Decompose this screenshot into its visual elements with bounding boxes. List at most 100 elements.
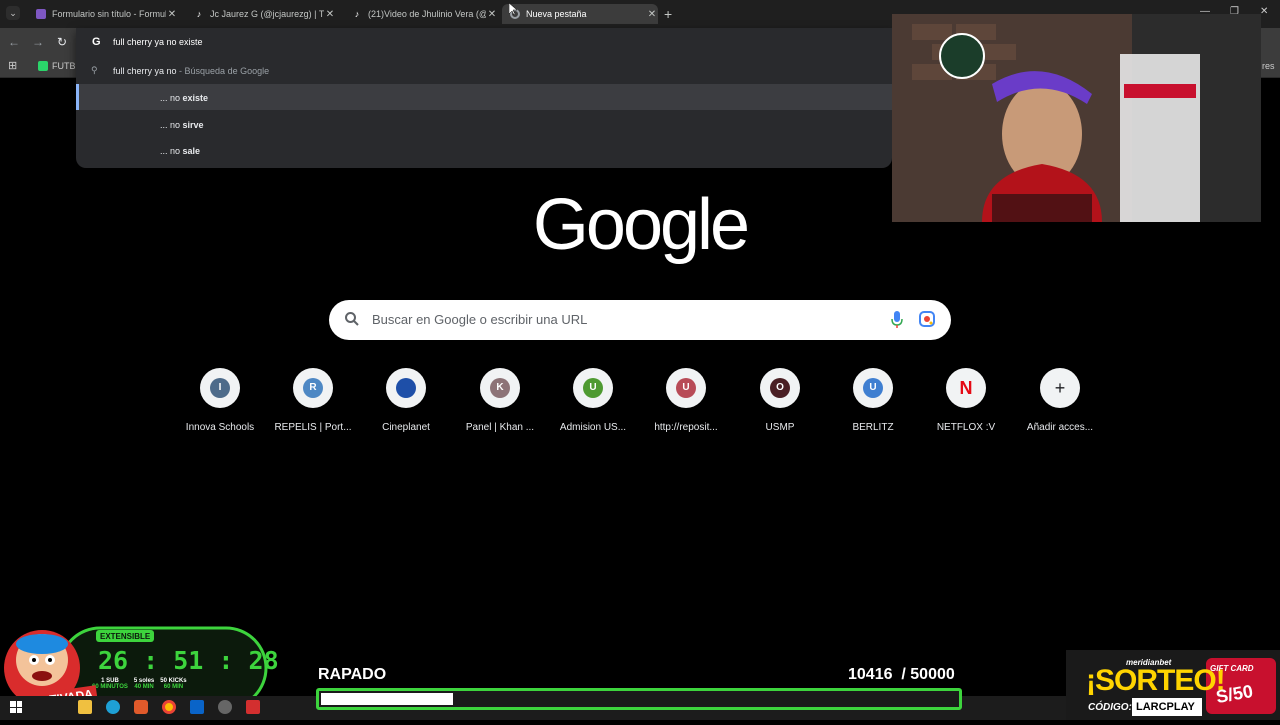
suggestion-existe[interactable]: ... no existe	[76, 84, 892, 110]
google-lens-icon[interactable]	[919, 311, 935, 327]
gift-card-label: GIFT CARD	[1210, 664, 1254, 673]
shortcut-label: Añadir acces...	[1026, 422, 1094, 433]
shortcut-letter-icon: I	[210, 378, 230, 398]
shortcut-favicon: +	[1040, 368, 1080, 408]
search-placeholder[interactable]: Buscar en Google o escribir una URL	[372, 312, 587, 327]
omnibox-input[interactable]: full cherry ya no existe	[113, 37, 203, 47]
tiktok-icon: ♪	[196, 9, 202, 19]
shortcut-label: BERLITZ	[852, 422, 894, 433]
apps-icon[interactable]: ⊞	[8, 60, 20, 72]
rule-sub: 1 SUB 60 MINUTOS	[92, 678, 128, 690]
promo-code-label: CÓDIGO:	[1088, 702, 1132, 713]
timer-rules: 1 SUB 60 MINUTOS 5 soles 40 MIN 50 KICKs 60…	[92, 678, 187, 690]
google-g-icon: G	[92, 36, 101, 48]
shortcut-tile[interactable]: K Panel | Khan ...	[460, 366, 540, 438]
shortcut-tile[interactable]: + Añadir acces...	[1020, 366, 1100, 438]
shortcut-letter-icon: R	[303, 378, 323, 398]
sponsor-promo: meridianbet ¡SORTEO! CÓDIGO: LARCPLAY GI…	[1066, 650, 1280, 720]
shortcut-tile[interactable]: O USMP	[740, 366, 820, 438]
shortcut-label: USMP	[765, 422, 795, 433]
bookmark-futbol[interactable]: FUTBI	[38, 61, 78, 71]
app-red-icon[interactable]	[246, 700, 260, 714]
shortcut-letter-icon: O	[770, 378, 790, 398]
outlook-icon[interactable]	[190, 700, 204, 714]
shortcut-favicon: K	[480, 368, 520, 408]
mouse-cursor-icon	[508, 2, 518, 16]
omnibox-input-row[interactable]: G full cherry ya no existe	[76, 28, 892, 56]
shortcut-letter-icon: K	[490, 378, 510, 398]
reload-icon[interactable]: ↻	[54, 34, 70, 50]
shortcut-favicon	[386, 368, 426, 408]
shortcut-label: Cineplanet	[382, 422, 430, 433]
shortcut-favicon: U	[573, 368, 613, 408]
window-close-icon[interactable]: ✕	[1260, 6, 1268, 17]
close-icon[interactable]: ✕	[166, 9, 178, 20]
tab-tiktok-video[interactable]: ♪ (21)Video de Jhulinio Vera (@j ✕	[344, 4, 498, 24]
obs-icon[interactable]	[218, 700, 232, 714]
shortcut-label: NETFLOX :V	[936, 422, 996, 433]
shortcut-label: REPELIS | Port...	[274, 422, 352, 433]
promo-title: ¡SORTEO!	[1086, 664, 1226, 697]
new-tab-icon[interactable]: +	[664, 6, 672, 22]
timer-tag: EXTENSIBLE	[100, 632, 151, 641]
tab-search-icon[interactable]: ⌄	[6, 6, 20, 20]
search-icon: ⚲	[91, 65, 98, 75]
shortcut-tile[interactable]: Cineplanet	[366, 366, 446, 438]
suggestion-sirve[interactable]: ... no sirve	[76, 111, 892, 137]
office-icon[interactable]	[134, 700, 148, 714]
edge-icon[interactable]	[106, 700, 120, 714]
windows-start-icon[interactable]	[10, 701, 22, 713]
shortcut-tile[interactable]: Uhttp://reposit...	[646, 366, 726, 438]
shortcut-tile[interactable]: R REPELIS | Port...	[273, 366, 353, 438]
goal-progress-fill	[321, 693, 453, 705]
goal-counter: 10416 / 50000	[848, 666, 955, 683]
shortcut-label: Innova Schools	[185, 422, 255, 433]
promo-code: LARCPLAY	[1136, 701, 1195, 713]
shortcut-tile[interactable]: U BERLITZ	[833, 366, 913, 438]
shortcut-tile[interactable]: N NETFLOX :V	[926, 366, 1006, 438]
futbol-icon	[38, 61, 48, 71]
shortcut-tile[interactable]: U Admision US...	[553, 366, 633, 438]
streamer-webcam-image	[892, 14, 1261, 222]
shortcut-favicon: U	[666, 368, 706, 408]
close-icon[interactable]: ✕	[646, 9, 658, 20]
shortcut-favicon: O	[760, 368, 800, 408]
shortcut-label: Panel | Khan ...	[465, 422, 535, 433]
search-box[interactable]: Buscar en Google o escribir una URL	[329, 300, 951, 340]
close-icon[interactable]: ✕	[324, 9, 336, 20]
goal-progress-bar	[316, 688, 962, 710]
webcam-overlay	[892, 14, 1261, 222]
shortcut-tile[interactable]: I Innova Schools	[180, 366, 260, 438]
shortcut-letter-icon: N	[959, 378, 973, 398]
shortcut-favicon: N	[946, 368, 986, 408]
shortcut-favicon: R	[293, 368, 333, 408]
explorer-icon[interactable]	[78, 700, 92, 714]
tab-nueva-pestana[interactable]: Nueva pestaña ✕	[502, 4, 658, 24]
shortcut-letter-icon: U	[863, 378, 883, 398]
tab-tiktok-jaurez[interactable]: ♪ Jc Jaurez G (@jcjaurezg) | TikTok ✕	[186, 4, 336, 24]
taskbar-apps	[78, 700, 260, 714]
rule-kicks: 50 KICKs 60 MIN	[160, 678, 187, 690]
shortcut-letter-icon	[396, 378, 416, 398]
forms-icon	[36, 9, 46, 19]
tab-formulario[interactable]: Formulario sin título - Formular ✕	[28, 4, 178, 24]
suggestion-search[interactable]: ⚲ full cherry ya no - Búsqueda de Google	[76, 57, 892, 83]
google-logo: Google	[532, 185, 750, 265]
add-shortcut-icon: +	[1054, 378, 1066, 398]
tiktok-icon: ♪	[354, 9, 360, 19]
microphone-icon[interactable]	[890, 311, 904, 329]
shortcut-letter-icon: U	[676, 378, 696, 398]
suggestion-sale[interactable]: ... no sale	[76, 137, 892, 163]
goal-label: RAPADO	[318, 666, 387, 683]
shortcut-label: http://reposit...	[654, 422, 718, 433]
bookmark-other[interactable]: res	[1262, 61, 1275, 71]
close-icon[interactable]: ✕	[486, 9, 498, 20]
shortcut-letter-icon: U	[583, 378, 603, 398]
shortcut-label: Admision US...	[559, 422, 627, 433]
search-icon	[345, 312, 359, 326]
rule-soles: 5 soles 40 MIN	[133, 678, 155, 690]
forward-icon[interactable]: →	[30, 34, 46, 50]
back-icon[interactable]: ←	[6, 34, 22, 50]
timer-value: 26 : 51 : 28	[98, 646, 279, 675]
chrome-taskbar-icon[interactable]	[162, 700, 176, 714]
